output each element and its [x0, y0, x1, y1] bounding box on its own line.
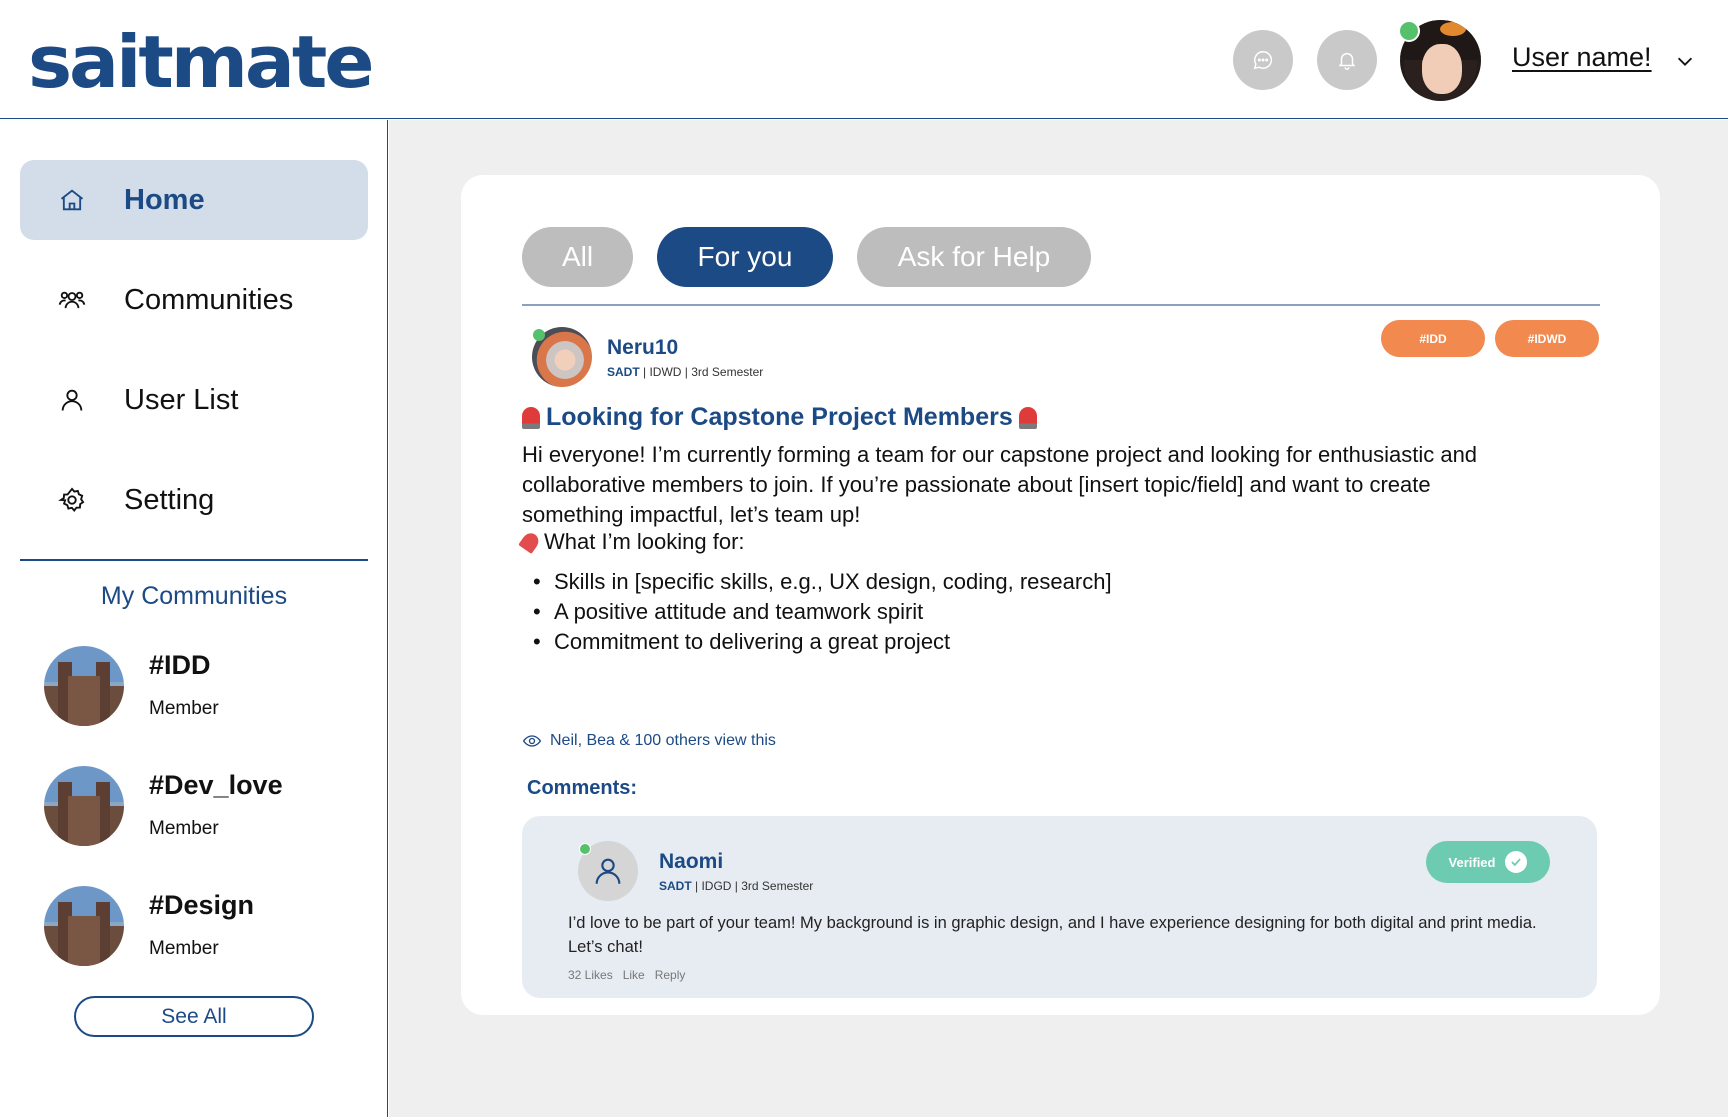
chevron-down-icon[interactable]: [1674, 50, 1696, 72]
online-status-dot: [579, 843, 591, 855]
sidebar: Home Communities User List Setting My Co…: [0, 120, 388, 1117]
sidebar-item-label: Setting: [124, 483, 215, 516]
sidebar-item-label: User List: [124, 383, 239, 416]
post-author-meta: SADT | IDWD | 3rd Semester: [607, 365, 763, 379]
eye-icon: [522, 735, 542, 747]
user-name-link[interactable]: User name!: [1512, 42, 1652, 73]
online-status-dot: [533, 329, 545, 341]
community-name: #Design: [149, 890, 255, 920]
logo-text: saitmate: [28, 20, 375, 104]
likes-count: 32 Likes: [568, 968, 613, 982]
sidebar-item-user-list[interactable]: User List: [20, 360, 368, 440]
view-count[interactable]: Neil, Bea & 100 others view this: [522, 731, 776, 751]
program-label: | IDWD | 3rd Semester: [639, 365, 764, 379]
see-all-button[interactable]: See All: [74, 996, 314, 1037]
tag-idwd[interactable]: #IDWD: [1495, 320, 1599, 357]
community-item-design[interactable]: #Design Member: [44, 886, 364, 968]
post-body: Hi everyone! I’m currently forming a tea…: [522, 442, 1478, 527]
community-role: Member: [149, 818, 219, 839]
commenter-meta: SADT | IDGD | 3rd Semester: [659, 879, 813, 893]
post-title[interactable]: Looking for Capstone Project Members: [522, 403, 1037, 432]
home-icon: [60, 189, 84, 211]
tab-ask-for-help[interactable]: Ask for Help: [857, 227, 1091, 287]
view-count-text: Neil, Bea & 100 others view this: [550, 732, 776, 749]
tab-all[interactable]: All: [522, 227, 633, 287]
main-content: All For you Ask for Help Neru10 SADT | I…: [389, 120, 1728, 1117]
school-label: SADT: [659, 879, 692, 893]
comment-card: Naomi SADT | IDGD | 3rd Semester Verifie…: [522, 816, 1597, 998]
sidebar-item-setting[interactable]: Setting: [20, 460, 368, 540]
post-title-text: Looking for Capstone Project Members: [546, 403, 1013, 431]
commenter-name[interactable]: Naomi: [659, 850, 723, 874]
siren-icon: [1018, 406, 1037, 429]
user-icon: [61, 389, 83, 411]
top-bar: saitmate User name!: [0, 0, 1728, 119]
feed-card: All For you Ask for Help Neru10 SADT | I…: [461, 175, 1660, 1015]
comment-actions: 32 Likes Like Reply: [568, 968, 685, 982]
post-author-name[interactable]: Neru10: [607, 336, 678, 360]
user-icon: [595, 858, 621, 884]
list-item: Skills in [specific skills, e.g., UX des…: [533, 567, 1112, 597]
requirements-list: Skills in [specific skills, e.g., UX des…: [533, 567, 1112, 657]
comments-heading: Comments:: [527, 777, 638, 799]
sidebar-item-label: Home: [124, 183, 205, 216]
list-item: Commitment to delivering a great project: [533, 627, 1112, 657]
program-label: | IDGD | 3rd Semester: [691, 879, 814, 893]
notifications-button[interactable]: [1317, 30, 1377, 90]
school-label: SADT: [607, 365, 640, 379]
tag-idd[interactable]: #IDD: [1381, 320, 1485, 357]
community-role: Member: [149, 938, 219, 959]
community-name: #IDD: [149, 650, 211, 680]
chat-button[interactable]: [1233, 30, 1293, 90]
tab-for-you[interactable]: For you: [657, 227, 833, 287]
sidebar-item-label: Communities: [124, 283, 294, 316]
siren-icon: [522, 406, 540, 429]
pushpin-icon: [518, 530, 542, 554]
looking-for-heading: What I’m looking for:: [518, 529, 745, 555]
reply-button[interactable]: Reply: [655, 968, 686, 982]
community-image: [44, 646, 124, 726]
bell-icon: [1338, 52, 1356, 70]
list-item: A positive attitude and teamwork spirit: [533, 597, 1112, 627]
my-communities-heading: My Communities: [100, 582, 288, 610]
community-name: #Dev_love: [149, 770, 283, 800]
community-item-idd[interactable]: #IDD Member: [44, 646, 364, 728]
community-image: [44, 766, 124, 846]
tabs-divider: [522, 304, 1600, 306]
online-status-dot: [1398, 20, 1420, 42]
community-role: Member: [149, 698, 219, 719]
saitmate-logo[interactable]: saitmate: [28, 20, 375, 104]
people-icon: [58, 291, 86, 309]
looking-for-text: What I’m looking for:: [544, 529, 745, 554]
checkmark-badge-icon: [1505, 851, 1528, 873]
comment-text: I’d love to be part of your team! My bac…: [568, 914, 1537, 956]
verified-label: Verified: [1448, 854, 1496, 870]
chat-icon: [1253, 51, 1273, 70]
gear-icon: [58, 487, 85, 512]
sidebar-divider: [20, 559, 368, 561]
sidebar-item-communities[interactable]: Communities: [20, 260, 368, 340]
like-button[interactable]: Like: [623, 968, 645, 982]
community-item-dev-love[interactable]: #Dev_love Member: [44, 766, 364, 848]
sidebar-item-home[interactable]: Home: [20, 160, 368, 240]
community-image: [44, 886, 124, 966]
verified-badge: Verified: [1426, 841, 1550, 883]
